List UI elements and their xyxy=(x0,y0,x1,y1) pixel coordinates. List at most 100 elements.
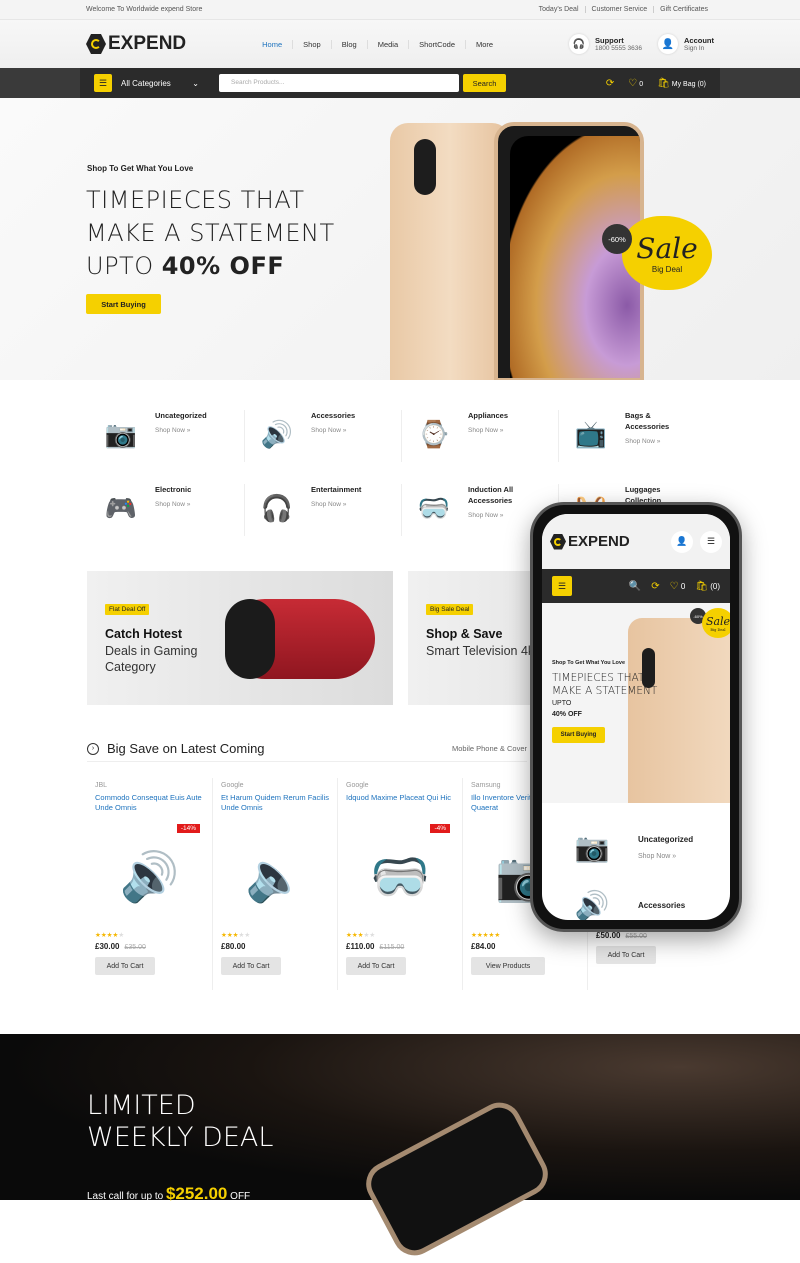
wishlist-count: 0 xyxy=(639,80,644,88)
bag-count: (0) xyxy=(710,581,720,591)
category-item[interactable]: ⌚ Appliances Shop Now » xyxy=(401,410,558,462)
menu-icon[interactable]: ☰ xyxy=(700,530,722,553)
headphones-icon: 🎧 xyxy=(260,492,294,523)
top-bar: Welcome To Worldwide expend Store Today'… xyxy=(0,0,800,20)
category-item[interactable]: 🔊 Accessories Shop Now » xyxy=(244,410,401,462)
add-to-cart-button[interactable]: Add To Cart xyxy=(221,957,281,975)
account[interactable]: 👤 Account Sign In xyxy=(658,34,714,54)
promo-banner-gaming[interactable]: Flat Deal Off Catch Hotest Deals in Gami… xyxy=(87,571,393,705)
logo-icon xyxy=(550,533,566,550)
mobile-preview: EXPEND 👤 ☰ ☰ 🔍 ⟳ ♡ 0 🛍 (0) -60% Sale Big … xyxy=(530,502,742,932)
mobile-category-item[interactable]: 🔊 Accessories xyxy=(542,871,730,921)
product-image[interactable]: 🔊 xyxy=(95,821,204,931)
compare-icon[interactable]: ⟳ xyxy=(651,581,659,592)
product-name[interactable]: Et Harum Quidem Rerum Facilis Unde Omnis xyxy=(221,793,329,821)
rating-stars: ★★★★★ xyxy=(471,931,579,939)
product-card[interactable]: Google Et Harum Quidem Rerum Facilis Unde… xyxy=(212,778,337,990)
product-name[interactable]: Commodo Consequat Euis Aute Unde Omnis xyxy=(95,793,204,821)
nav-media[interactable]: Media xyxy=(366,39,408,49)
start-buying-button[interactable]: Start Buying xyxy=(552,727,605,743)
category-item[interactable]: 📺 Bags & Accessories Shop Now » xyxy=(558,410,715,462)
nav-shop[interactable]: Shop xyxy=(292,39,331,49)
add-to-cart-button[interactable]: View Products xyxy=(471,957,545,975)
user-icon: 👤 xyxy=(658,34,678,54)
shop-now-link[interactable]: Shop Now » xyxy=(311,501,373,508)
camera-icon: 📷 xyxy=(574,831,610,863)
gift-certificates-link[interactable]: Gift Certificates xyxy=(653,6,714,13)
star-icon: ★ xyxy=(494,932,501,939)
start-buying-button[interactable]: Start Buying xyxy=(86,294,161,314)
banner-title: Catch Hotest xyxy=(105,627,183,641)
search-input[interactable]: Search Products... xyxy=(219,74,459,92)
bag-icon: 🛍 xyxy=(695,580,708,592)
categories-dropdown[interactable]: All Categories ⌄ xyxy=(121,79,199,88)
category-item[interactable]: 🎮 Electronic Shop Now » xyxy=(87,484,244,536)
vr-headset-icon: 🥽 xyxy=(417,492,451,523)
headphones-icon: 🎧 xyxy=(569,34,589,54)
price: £50.00 xyxy=(596,931,621,940)
user-icon[interactable]: 👤 xyxy=(671,530,693,553)
logo[interactable]: EXPEND xyxy=(86,33,186,55)
nav-home[interactable]: Home xyxy=(252,40,292,49)
star-icon: ★ xyxy=(244,932,251,939)
banner-tag: Big Sale Deal xyxy=(426,604,474,615)
logo-text: EXPEND xyxy=(568,533,630,550)
customer-service-link[interactable]: Customer Service xyxy=(584,6,654,13)
search-icon[interactable]: 🔍 xyxy=(629,581,641,592)
menu-icon[interactable]: ☰ xyxy=(94,74,112,92)
deal-suffix: OFF xyxy=(230,1191,251,1202)
bag[interactable]: 🛍 My Bag (0) xyxy=(657,78,706,89)
shop-now-link[interactable]: Shop Now » xyxy=(155,501,217,508)
logo-icon xyxy=(86,34,106,54)
hero-title: TIMEPIECES THAT MAKE A STATEMENT xyxy=(552,672,657,698)
wishlist[interactable]: ♡ 0 xyxy=(628,78,643,89)
mobile-bag[interactable]: 🛍 (0) xyxy=(695,581,720,592)
add-to-cart-button[interactable]: Add To Cart xyxy=(95,957,155,975)
logo-text: EXPEND xyxy=(108,33,187,54)
product-image[interactable]: 🔈 xyxy=(221,821,329,931)
discount-badge: -14% xyxy=(176,824,200,833)
nav-blog[interactable]: Blog xyxy=(330,39,367,49)
old-price: £55.00 xyxy=(625,933,647,940)
shop-now-link[interactable]: Shop Now » xyxy=(638,853,693,860)
shop-now-link[interactable]: Shop Now » xyxy=(311,427,373,434)
search-button[interactable]: Search xyxy=(463,74,506,92)
product-name[interactable]: Idquod Maxime Placeat Qui Hic xyxy=(346,793,454,821)
sign-in-link[interactable]: Sign In xyxy=(684,45,704,52)
add-to-cart-button[interactable]: Add To Cart xyxy=(346,957,406,975)
add-to-cart-button[interactable]: Add To Cart xyxy=(596,946,656,964)
category-item[interactable]: 🎧 Entertainment Shop Now » xyxy=(244,484,401,536)
deal-prefix: Last call for up to xyxy=(87,1191,164,1202)
shop-now-link[interactable]: Shop Now » xyxy=(155,427,217,434)
product-card[interactable]: JBL Commodo Consequat Euis Aute Unde Omni… xyxy=(87,778,212,990)
support[interactable]: 🎧 Support 1800 5555 3636 xyxy=(569,34,642,54)
mobile-category-item[interactable]: 📷 Uncategorized Shop Now » xyxy=(542,803,730,871)
star-icon: ★ xyxy=(118,932,125,939)
product-image[interactable]: 🥽 xyxy=(346,821,454,931)
discount-badge: -60% xyxy=(602,224,632,254)
compare-icon[interactable]: ⟳ xyxy=(606,78,614,89)
bar-icons: ⟳ ♡ 0 🛍 My Bag (0) xyxy=(606,78,706,89)
shop-now-link[interactable]: Shop Now » xyxy=(468,427,530,434)
shop-now-link[interactable]: Shop Now » xyxy=(468,512,530,519)
mobile-wishlist[interactable]: ♡ 0 xyxy=(670,581,686,592)
hero-banner: Shop To Get What You Love TIMEPIECES THA… xyxy=(0,98,800,380)
nav-shortcode[interactable]: ShortCode xyxy=(408,39,465,49)
product-price: £84.00 xyxy=(471,942,579,951)
mobile-logo[interactable]: EXPEND xyxy=(550,533,630,550)
bag-icon: 🛍 xyxy=(657,77,670,89)
todays-deal-link[interactable]: Today's Deal xyxy=(533,6,585,13)
category-item[interactable]: 📷 Uncategorized Shop Now » xyxy=(87,410,244,462)
hero-line3: UPTO xyxy=(86,252,154,280)
product-card[interactable]: Google Idquod Maxime Placeat Qui Hic -4% 🥽 ★… xyxy=(337,778,462,990)
shop-now-link[interactable]: Shop Now » xyxy=(625,438,687,445)
heart-icon: ♡ xyxy=(628,77,638,89)
chevron-right-circle-icon: › xyxy=(87,742,99,755)
section-filter-tab[interactable]: Mobile Phone & Cover xyxy=(452,744,527,753)
category-name: Entertainment xyxy=(311,485,362,494)
category-name: Appliances xyxy=(468,411,509,420)
nav-more[interactable]: More xyxy=(465,39,503,49)
category-name: Induction All Accessories xyxy=(468,485,514,505)
banner-tag: Flat Deal Off xyxy=(105,604,150,615)
category-menu-icon[interactable]: ☰ xyxy=(552,576,572,596)
